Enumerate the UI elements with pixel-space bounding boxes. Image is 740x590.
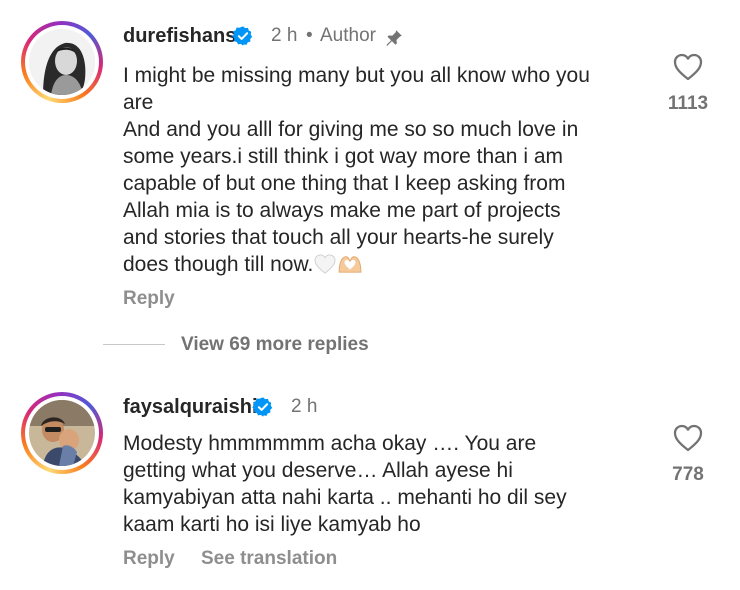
replies-divider — [103, 344, 165, 345]
comment-username[interactable]: faysalquraishi — [123, 396, 258, 419]
verified-badge-icon — [252, 397, 273, 417]
see-translation-button[interactable]: See translation — [201, 548, 337, 570]
white-heart-icon — [314, 254, 336, 274]
comment-line: capable of but one thing that I keep ask… — [123, 172, 566, 195]
reply-button[interactable]: Reply — [123, 548, 175, 570]
avatar-durefishans[interactable] — [21, 21, 103, 103]
like-count: 778 — [672, 464, 704, 485]
comment-line: does though till now. — [123, 253, 314, 276]
comment-body: I might be missing many but you all know… — [123, 62, 590, 278]
comment-line: are — [123, 91, 154, 114]
comment-line: some years.i still think i got way more … — [123, 145, 563, 168]
like-heart-icon[interactable] — [672, 52, 704, 82]
comment-line: I might be missing many but you all know… — [123, 64, 590, 87]
avatar-photo — [29, 29, 95, 95]
pin-icon — [386, 30, 402, 46]
reply-button[interactable]: Reply — [123, 288, 175, 310]
like-heart-icon[interactable] — [672, 423, 704, 453]
comment-body: Modesty hmmmmmm acha okay …. You are gett… — [123, 430, 567, 538]
avatar-faysalquraishi[interactable] — [21, 392, 103, 474]
avatar-photo — [29, 400, 95, 466]
comment-line: getting what you deserve… Allah ayese hi — [123, 459, 513, 482]
author-label: Author — [320, 25, 376, 46]
comment-username[interactable]: durefishans — [123, 25, 236, 48]
comment-line: and stories that touch all your hearts-h… — [123, 226, 554, 249]
comment-line-last: does though till now. — [123, 251, 590, 278]
like-count: 1113 — [667, 93, 709, 114]
heart-hands-icon — [338, 256, 362, 273]
comment-line: kaam karti ho isi liye kamyab ho — [123, 513, 421, 536]
comment-time: 2 h — [291, 396, 318, 417]
meta-separator: • — [306, 25, 313, 46]
comment-line: And and you alll for giving me so so muc… — [123, 118, 579, 141]
comment-line: kamyabiyan atta nahi karta .. mehanti ho… — [123, 486, 567, 509]
verified-badge-icon — [232, 26, 253, 46]
comment-time: 2 h — [271, 25, 298, 46]
comment-line: Allah mia is to always make me part of p… — [123, 199, 561, 222]
view-replies-button[interactable]: View 69 more replies — [181, 334, 369, 356]
comment-line: Modesty hmmmmmm acha okay …. You are — [123, 432, 537, 455]
